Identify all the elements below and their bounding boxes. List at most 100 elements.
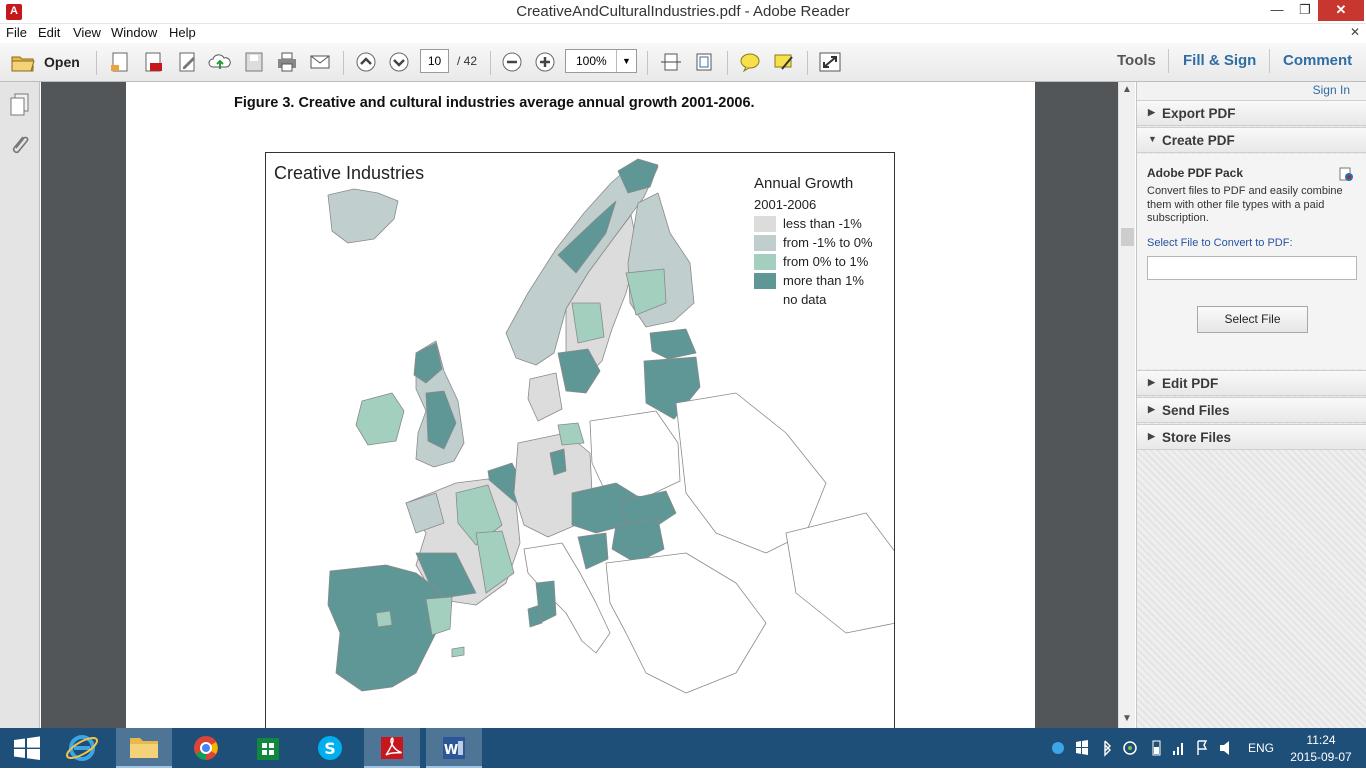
legend-label: from -1% to 0%: [783, 235, 873, 250]
separator: [1168, 49, 1169, 73]
chevron-down-icon[interactable]: ▼: [616, 50, 636, 72]
save-icon[interactable]: [242, 51, 266, 73]
attachment-icon[interactable]: [8, 132, 32, 158]
legend-swatch: [754, 254, 776, 270]
figure-caption: Figure 3. Creative and cultural industri…: [234, 95, 755, 111]
separator: [727, 51, 728, 75]
next-page-icon[interactable]: [387, 51, 411, 73]
menu-window[interactable]: Window: [111, 25, 157, 40]
comment-icon[interactable]: [738, 51, 762, 73]
scroll-down-icon[interactable]: ▼: [1122, 713, 1132, 724]
tab-tools[interactable]: Tools: [1117, 52, 1156, 69]
separator: [1269, 49, 1270, 73]
zoom-select[interactable]: 100% ▼: [565, 49, 637, 73]
fit-page-icon[interactable]: [692, 51, 716, 73]
clock-date[interactable]: 2015-09-07: [1286, 750, 1356, 764]
zoom-out-icon[interactable]: [500, 51, 524, 73]
menu-edit[interactable]: Edit: [38, 25, 60, 40]
info-icon[interactable]: [1338, 166, 1354, 182]
window-title: CreativeAndCulturalIndustries.pdf - Adob…: [516, 3, 850, 20]
legend-swatch: [754, 273, 776, 289]
edit-pdf-icon[interactable]: [175, 51, 199, 73]
taskbar-chrome[interactable]: [178, 728, 234, 768]
maximize-button[interactable]: ❐: [1290, 0, 1320, 21]
chevron-right-icon: ▶: [1148, 404, 1155, 414]
folder-icon: [130, 738, 158, 758]
zoom-in-icon[interactable]: [533, 51, 557, 73]
chevron-down-icon: ▼: [1148, 134, 1157, 144]
close-button[interactable]: ✕: [1318, 0, 1364, 21]
minimize-button[interactable]: —: [1262, 0, 1292, 21]
upload-cloud-icon[interactable]: [208, 51, 232, 73]
taskbar-skype[interactable]: S: [302, 728, 358, 768]
section-export-pdf[interactable]: ▶ Export PDF: [1137, 100, 1366, 126]
open-label: Open: [44, 54, 80, 70]
tab-fill-sign[interactable]: Fill & Sign: [1183, 52, 1256, 69]
language-indicator[interactable]: ENG: [1248, 741, 1274, 755]
section-label: Store Files: [1162, 430, 1232, 445]
taskbar-file-explorer[interactable]: [116, 728, 172, 768]
section-label: Export PDF: [1162, 106, 1236, 121]
taskbar-internet-explorer[interactable]: [54, 728, 110, 768]
section-send-files[interactable]: ▶ Send Files: [1137, 397, 1366, 423]
page-number-input[interactable]: 10: [420, 49, 449, 73]
separator: [490, 51, 491, 75]
menu-help[interactable]: Help: [169, 25, 196, 40]
pages-icon[interactable]: [8, 92, 32, 118]
email-icon[interactable]: [308, 51, 332, 73]
pdf-page: Figure 3. Creative and cultural industri…: [126, 82, 1035, 728]
separator: [647, 51, 648, 75]
menu-view[interactable]: View: [73, 25, 101, 40]
section-edit-pdf[interactable]: ▶ Edit PDF: [1137, 370, 1366, 396]
create-pdf-panel: Adobe PDF Pack Convert files to PDF and …: [1137, 154, 1366, 369]
internet-explorer-icon: [65, 735, 99, 761]
section-create-pdf[interactable]: ▼ Create PDF: [1137, 127, 1366, 153]
folder-icon: [11, 56, 35, 72]
previous-page-icon[interactable]: [354, 51, 378, 73]
scrollbar-thumb[interactable]: [1121, 228, 1134, 246]
clock-time[interactable]: 11:24: [1296, 733, 1346, 747]
vertical-scrollbar[interactable]: ▲ ▼: [1118, 82, 1135, 728]
section-label: Send Files: [1162, 403, 1230, 418]
svg-text:S: S: [324, 739, 336, 758]
full-screen-icon[interactable]: [818, 51, 842, 73]
adobe-reader-icon: [381, 737, 403, 759]
print-icon[interactable]: [275, 51, 299, 73]
pack-title: Adobe PDF Pack: [1147, 166, 1244, 180]
legend-title: Annual Growth: [754, 175, 854, 192]
taskbar-adobe-reader[interactable]: [364, 728, 420, 768]
legend-label: more than 1%: [783, 273, 864, 288]
title-bar: CreativeAndCulturalIndustries.pdf - Adob…: [0, 0, 1366, 24]
select-file-button[interactable]: Select File: [1197, 306, 1308, 333]
sign-in-link[interactable]: Sign In: [1313, 83, 1350, 97]
create-pdf-icon[interactable]: [108, 51, 132, 73]
taskbar-word[interactable]: W: [426, 728, 482, 768]
zoom-value: 100%: [576, 54, 607, 68]
legend-swatch: [754, 235, 776, 251]
menu-file[interactable]: File: [6, 25, 27, 40]
toolbar: Open: [0, 43, 1366, 82]
scroll-up-icon[interactable]: ▲: [1122, 84, 1132, 95]
legend-swatch: [754, 292, 776, 308]
system-tray-icons[interactable]: [1050, 728, 1240, 768]
word-icon: W: [443, 737, 465, 759]
svg-text:W: W: [444, 743, 458, 758]
tools-pane: Sign In ▶ Export PDF ▼ Create PDF Adobe …: [1136, 82, 1366, 728]
start-button[interactable]: [0, 728, 56, 768]
close-document-button[interactable]: ✕: [1350, 25, 1360, 39]
fit-width-icon[interactable]: [659, 51, 683, 73]
navigation-pane: [0, 82, 40, 728]
chevron-right-icon: ▶: [1148, 431, 1155, 441]
legend-swatch: [754, 216, 776, 232]
map-title: Creative Industries: [274, 163, 425, 183]
pane-header: Sign In: [1137, 82, 1366, 100]
section-store-files[interactable]: ▶ Store Files: [1137, 424, 1366, 450]
highlight-icon[interactable]: [772, 51, 796, 73]
legend-subtitle: 2001-2006: [754, 197, 817, 212]
tab-comment[interactable]: Comment: [1283, 52, 1352, 69]
page-total: / 42: [457, 54, 478, 68]
pdf-convert-icon[interactable]: [141, 51, 165, 73]
taskbar-store[interactable]: [240, 728, 296, 768]
file-input[interactable]: [1147, 256, 1357, 280]
document-area[interactable]: Figure 3. Creative and cultural industri…: [41, 82, 1118, 728]
